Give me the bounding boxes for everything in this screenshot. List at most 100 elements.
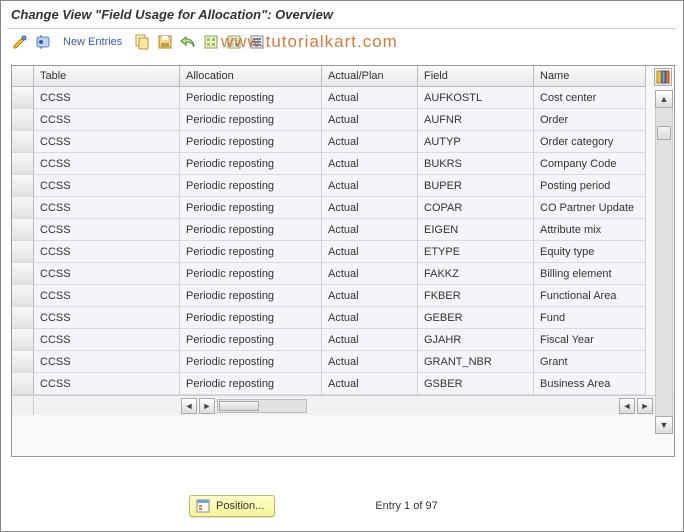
cell-table[interactable]: CCSS: [34, 109, 180, 131]
table-row[interactable]: CCSSPeriodic repostingActualCOPARCO Part…: [12, 197, 674, 219]
cell-table[interactable]: CCSS: [34, 307, 180, 329]
cell-field[interactable]: COPAR: [418, 197, 534, 219]
cell-table[interactable]: CCSS: [34, 175, 180, 197]
row-selector[interactable]: [12, 175, 34, 197]
scroll-down-button[interactable]: ▼: [655, 416, 673, 434]
column-header-allocation[interactable]: Allocation: [180, 66, 322, 87]
table-row[interactable]: CCSSPeriodic repostingActualGRANT_NBRGra…: [12, 351, 674, 373]
cell-allocation[interactable]: Periodic reposting: [180, 219, 322, 241]
cell-actual-plan[interactable]: Actual: [322, 329, 418, 351]
cell-field[interactable]: BUKRS: [418, 153, 534, 175]
cell-name[interactable]: Attribute mix: [534, 219, 646, 241]
toggle-display-change-icon[interactable]: [11, 33, 29, 51]
cell-name[interactable]: Grant: [534, 351, 646, 373]
save-icon[interactable]: [156, 33, 174, 51]
cell-field[interactable]: EIGEN: [418, 219, 534, 241]
row-selector[interactable]: [12, 351, 34, 373]
scroll-up-button[interactable]: ▲: [655, 90, 673, 108]
cell-actual-plan[interactable]: Actual: [322, 241, 418, 263]
row-selector[interactable]: [12, 219, 34, 241]
cell-actual-plan[interactable]: Actual: [322, 175, 418, 197]
cell-field[interactable]: AUFNR: [418, 109, 534, 131]
cell-name[interactable]: Business Area: [534, 373, 646, 395]
cell-actual-plan[interactable]: Actual: [322, 197, 418, 219]
cell-name[interactable]: Fiscal Year: [534, 329, 646, 351]
cell-actual-plan[interactable]: Actual: [322, 351, 418, 373]
column-header-field[interactable]: Field: [418, 66, 534, 87]
hscroll-right-button[interactable]: ►: [199, 398, 215, 414]
table-row[interactable]: CCSSPeriodic repostingActualFAKKZBilling…: [12, 263, 674, 285]
table-row[interactable]: CCSSPeriodic repostingActualGEBERFund: [12, 307, 674, 329]
cell-name[interactable]: Posting period: [534, 175, 646, 197]
cell-actual-plan[interactable]: Actual: [322, 307, 418, 329]
cell-name[interactable]: Functional Area: [534, 285, 646, 307]
cell-table[interactable]: CCSS: [34, 153, 180, 175]
row-selector[interactable]: [12, 153, 34, 175]
table-row[interactable]: CCSSPeriodic repostingActualBUPERPosting…: [12, 175, 674, 197]
new-entries-button[interactable]: New Entries: [57, 36, 128, 48]
cell-field[interactable]: ETYPE: [418, 241, 534, 263]
row-selector[interactable]: [12, 263, 34, 285]
cell-allocation[interactable]: Periodic reposting: [180, 285, 322, 307]
cell-table[interactable]: CCSS: [34, 329, 180, 351]
row-selector[interactable]: [12, 131, 34, 153]
cell-actual-plan[interactable]: Actual: [322, 285, 418, 307]
cell-allocation[interactable]: Periodic reposting: [180, 109, 322, 131]
cell-allocation[interactable]: Periodic reposting: [180, 175, 322, 197]
row-selector[interactable]: [12, 197, 34, 219]
cell-actual-plan[interactable]: Actual: [322, 373, 418, 395]
cell-table[interactable]: CCSS: [34, 131, 180, 153]
row-selector[interactable]: [12, 109, 34, 131]
cell-actual-plan[interactable]: Actual: [322, 153, 418, 175]
hscroll-left-button-2[interactable]: ◄: [619, 398, 635, 414]
cell-allocation[interactable]: Periodic reposting: [180, 241, 322, 263]
select-all-icon[interactable]: [202, 33, 220, 51]
cell-name[interactable]: Billing element: [534, 263, 646, 285]
cell-field[interactable]: FAKKZ: [418, 263, 534, 285]
table-row[interactable]: CCSSPeriodic repostingActualAUTYPOrder c…: [12, 131, 674, 153]
hscroll-thumb[interactable]: [219, 401, 259, 411]
vertical-scrollbar[interactable]: ▲ ▼: [655, 90, 673, 434]
cell-actual-plan[interactable]: Actual: [322, 263, 418, 285]
cell-field[interactable]: AUFKOSTL: [418, 87, 534, 109]
cell-actual-plan[interactable]: Actual: [322, 109, 418, 131]
position-button[interactable]: Position...: [189, 495, 275, 517]
cell-field[interactable]: GRANT_NBR: [418, 351, 534, 373]
column-header-table[interactable]: Table: [34, 66, 180, 87]
cell-actual-plan[interactable]: Actual: [322, 219, 418, 241]
cell-field[interactable]: AUTYP: [418, 131, 534, 153]
cell-table[interactable]: CCSS: [34, 241, 180, 263]
hscroll-right-button-2[interactable]: ►: [637, 398, 653, 414]
delimit-icon[interactable]: [248, 33, 266, 51]
cell-allocation[interactable]: Periodic reposting: [180, 351, 322, 373]
cell-actual-plan[interactable]: Actual: [322, 131, 418, 153]
undo-icon[interactable]: [179, 33, 197, 51]
row-selector[interactable]: [12, 87, 34, 109]
cell-table[interactable]: CCSS: [34, 373, 180, 395]
cell-table[interactable]: CCSS: [34, 87, 180, 109]
cell-name[interactable]: Company Code: [534, 153, 646, 175]
configure-columns-button[interactable]: [654, 68, 672, 86]
table-row[interactable]: CCSSPeriodic repostingActualETYPEEquity …: [12, 241, 674, 263]
other-view-icon[interactable]: [34, 33, 52, 51]
cell-allocation[interactable]: Periodic reposting: [180, 373, 322, 395]
column-header-name[interactable]: Name: [534, 66, 646, 87]
cell-name[interactable]: Fund: [534, 307, 646, 329]
table-row[interactable]: CCSSPeriodic repostingActualAUFKOSTLCost…: [12, 87, 674, 109]
cell-table[interactable]: CCSS: [34, 197, 180, 219]
column-header-actual-plan[interactable]: Actual/Plan: [322, 66, 418, 87]
table-row[interactable]: CCSSPeriodic repostingActualGJAHRFiscal …: [12, 329, 674, 351]
row-selector[interactable]: [12, 307, 34, 329]
cell-field[interactable]: GSBER: [418, 373, 534, 395]
copy-icon[interactable]: [133, 33, 151, 51]
hscroll-left-button[interactable]: ◄: [181, 398, 197, 414]
cell-field[interactable]: GEBER: [418, 307, 534, 329]
scroll-track[interactable]: [655, 108, 673, 416]
cell-name[interactable]: Equity type: [534, 241, 646, 263]
cell-name[interactable]: Cost center: [534, 87, 646, 109]
cell-actual-plan[interactable]: Actual: [322, 87, 418, 109]
cell-allocation[interactable]: Periodic reposting: [180, 131, 322, 153]
header-sel-cell[interactable]: [12, 66, 34, 87]
cell-name[interactable]: Order category: [534, 131, 646, 153]
row-selector[interactable]: [12, 241, 34, 263]
